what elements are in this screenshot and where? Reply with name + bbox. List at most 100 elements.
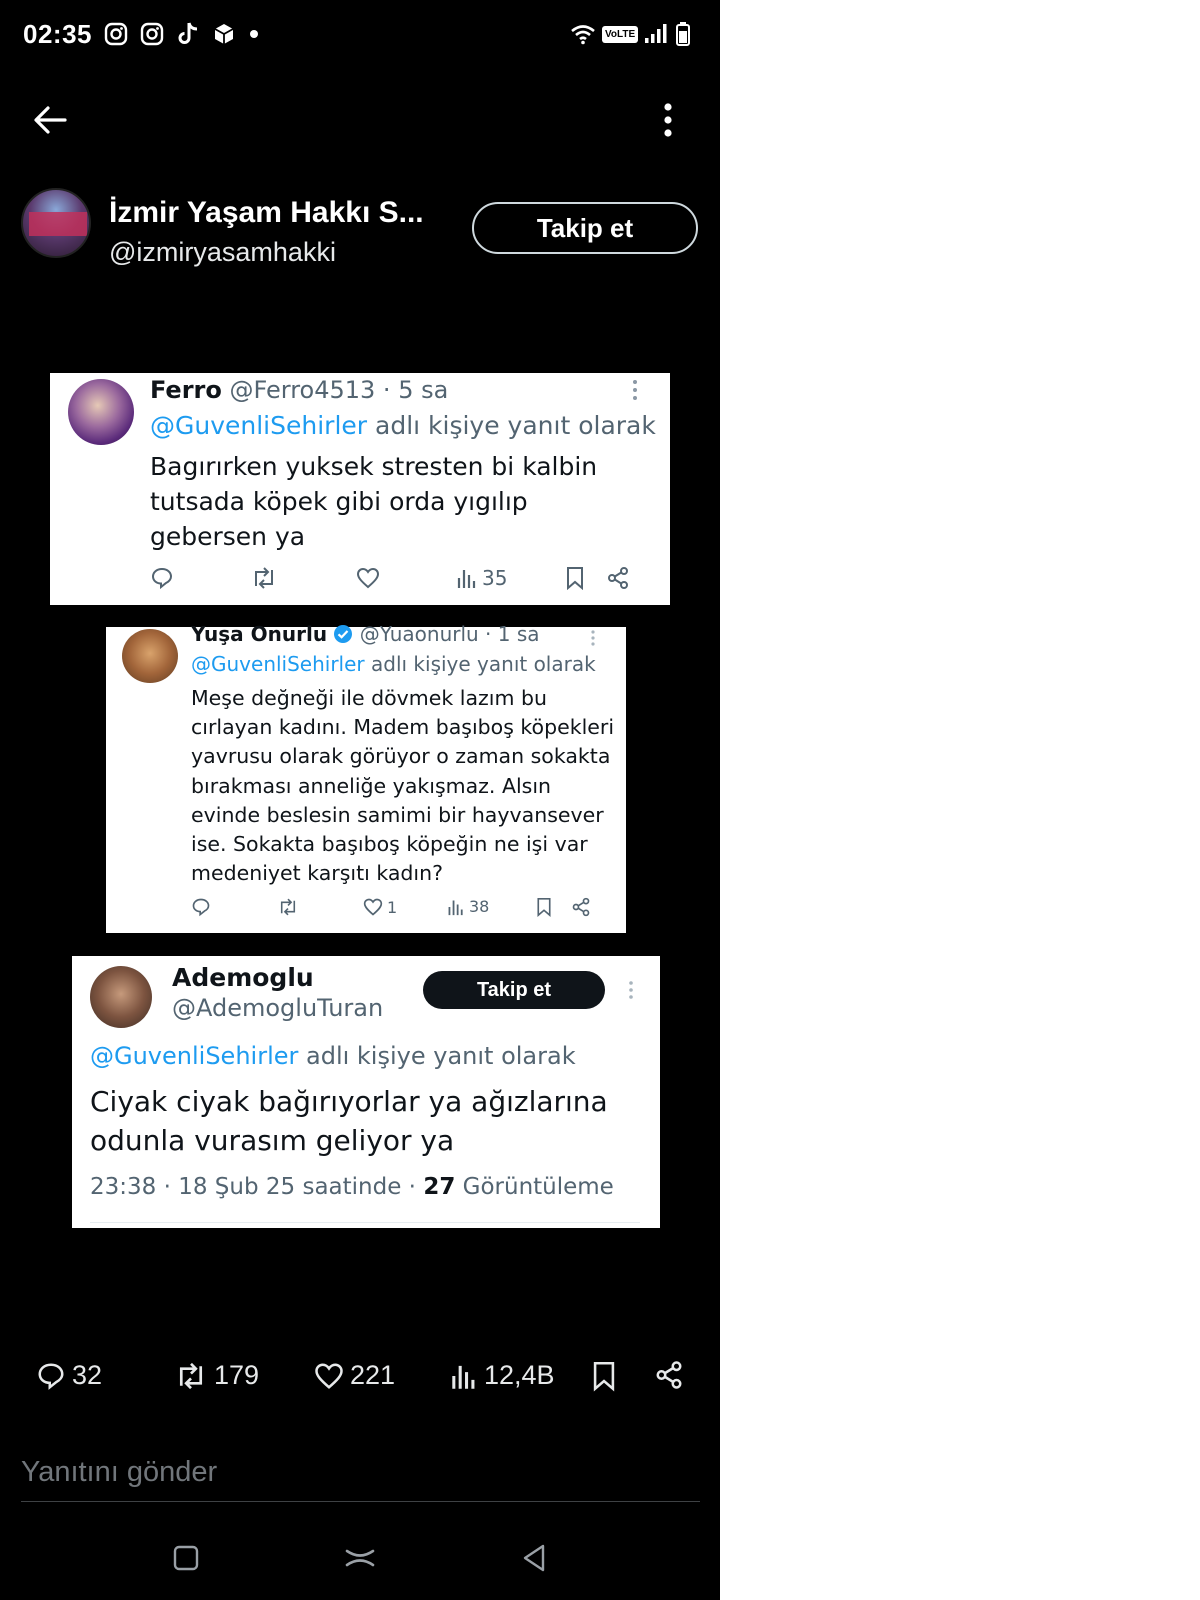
home-button[interactable] (330, 1528, 390, 1588)
bookmark-action (564, 566, 586, 590)
author-display-name[interactable]: İzmir Yaşam Hakkı S... (109, 196, 424, 230)
embedded-follow-button: Takip et (423, 971, 605, 1009)
views-icon (457, 570, 476, 588)
signal-icon (645, 24, 667, 43)
likes-count: 1 (387, 897, 398, 917)
engagement-bar: 32 179 221 12,4B (0, 1360, 720, 1400)
verified-badge-icon (334, 625, 353, 643)
reply-context: @GuvenliSehirler adlı kişiye yanıt olara… (150, 411, 656, 440)
views-button[interactable]: 12,4B (450, 1360, 555, 1391)
reply-suffix: adlı kişiye yanıt olarak (364, 652, 596, 676)
repost-icon (255, 567, 273, 589)
divider (90, 1222, 640, 1223)
tweet-timestamp: 23:38 · 18 Şub 25 saatinde · (90, 1174, 424, 1200)
share-action (606, 566, 630, 590)
share-button[interactable] (654, 1360, 684, 1390)
share-icon (608, 567, 628, 589)
like-button[interactable]: 221 (314, 1360, 395, 1391)
embedded-tweet-card: Yuşa Onurlu @Yuaonurlu · 1 sa @GuvenliSe… (106, 622, 626, 933)
tiktok-icon (178, 22, 198, 44)
more-icon (629, 981, 633, 999)
reply-context: @GuvenliSehirler adlı kişiye yanıt olara… (90, 1042, 576, 1070)
recent-apps-button[interactable] (156, 1528, 216, 1588)
tweet-header: Yuşa Onurlu @Yuaonurlu · 1 sa (191, 622, 540, 646)
tweet-author-name: Yuşa Onurlu (191, 622, 328, 646)
tweet-view-label: Görüntüleme (455, 1174, 614, 1200)
status-time: 02:35 (23, 19, 92, 49)
reply-icon (38, 1362, 64, 1390)
tweet-actions: 1 38 (191, 897, 601, 921)
heart-icon (356, 567, 380, 589)
system-nav-bar (0, 1528, 720, 1588)
more-vertical-icon (664, 103, 672, 137)
like-action: 1 (363, 897, 397, 917)
reply-icon (192, 898, 210, 917)
embedded-tweet-card: Ferro @Ferro4513 · 5 sa @GuvenliSehirler… (50, 373, 670, 605)
package-icon (214, 24, 234, 44)
author-handle[interactable]: @izmiryasamhakki (109, 237, 336, 268)
tweet-author-name: Ademoglu (172, 963, 314, 992)
bookmark-button[interactable] (590, 1360, 618, 1392)
back-nav-button[interactable] (504, 1528, 564, 1588)
wifi-icon (571, 25, 595, 45)
tweet-handle-time: @Yuaonurlu · 1 sa (359, 622, 540, 646)
reply-suffix: adlı kişiye yanıt olarak (367, 411, 656, 440)
reply-input[interactable] (21, 1450, 700, 1502)
tweet-text: Bagırırken yuksek stresten bi kalbin tut… (150, 452, 598, 551)
reply-button[interactable]: 32 (36, 1360, 102, 1391)
repost-count: 179 (214, 1360, 260, 1390)
notification-icons (104, 21, 260, 47)
home-gesture-icon (345, 1549, 375, 1567)
reply-mention: @GuvenliSehirler (150, 411, 368, 440)
volte-badge: VoLTE (602, 25, 639, 43)
dot-icon (250, 30, 258, 38)
share-icon (656, 1361, 682, 1389)
share-icon (572, 897, 590, 917)
tweet-view-count: 27 (423, 1174, 456, 1200)
instagram-icon (104, 22, 128, 46)
views-icon (452, 1365, 475, 1389)
more-icon (591, 630, 595, 646)
repost-icon (179, 1362, 203, 1389)
reply-context: @GuvenliSehirler adlı kişiye yanıt olara… (191, 652, 596, 676)
reply-icon (151, 567, 173, 590)
views-count: 35 (482, 566, 508, 590)
tweet-handle: @AdemogluTuran (172, 994, 384, 1022)
heart-icon (315, 1362, 343, 1389)
author-avatar[interactable] (21, 188, 91, 258)
views-count: 12,4B (484, 1360, 555, 1390)
tweet-author-name: Ferro (150, 376, 222, 404)
follow-button[interactable]: Takip et (472, 202, 698, 254)
more-options-button[interactable] (650, 100, 686, 140)
reply-suffix: adlı kişiye yanıt olarak (298, 1042, 576, 1070)
reply-count: 32 (72, 1360, 103, 1390)
like-action (356, 566, 380, 590)
repost-icon (280, 898, 296, 916)
more-icon (633, 380, 637, 400)
embedded-tweet-card: Ademoglu @AdemogluTuran Takip et @Guvenl… (72, 956, 660, 1228)
tweet-meta: 23:38 · 18 Şub 25 saatinde · 27 Görüntül… (90, 1174, 614, 1200)
back-button[interactable] (30, 100, 70, 140)
phone-screen: 02:35 VoLTE İzmir Yaşam Hakkı S... @izmi… (0, 0, 720, 1600)
views-count: 38 (469, 897, 490, 916)
system-status-icons: VoLTE (570, 22, 691, 46)
recent-apps-icon (173, 1545, 199, 1571)
views-action: 38 (447, 897, 489, 916)
repost-action (277, 897, 299, 917)
share-action (571, 897, 591, 917)
tweet-header: Ferro @Ferro4513 · 5 sa (150, 376, 448, 404)
heart-icon (363, 898, 383, 916)
tweet-text: Meşe değneği ile dövmek lazım bu cırlaya… (191, 686, 615, 886)
instagram-icon (140, 22, 164, 46)
back-arrow-icon (34, 106, 67, 134)
tweet-handle-time: @Ferro4513 · 5 sa (229, 376, 449, 404)
like-count: 221 (350, 1360, 396, 1390)
bookmark-icon (567, 567, 583, 590)
battery-icon (676, 22, 691, 46)
repost-button[interactable]: 179 (174, 1360, 259, 1391)
reply-action (150, 566, 174, 590)
reply-mention: @GuvenliSehirler (90, 1042, 299, 1070)
avatar (122, 629, 178, 683)
avatar (90, 966, 152, 1028)
reply-mention: @GuvenliSehirler (191, 652, 365, 676)
